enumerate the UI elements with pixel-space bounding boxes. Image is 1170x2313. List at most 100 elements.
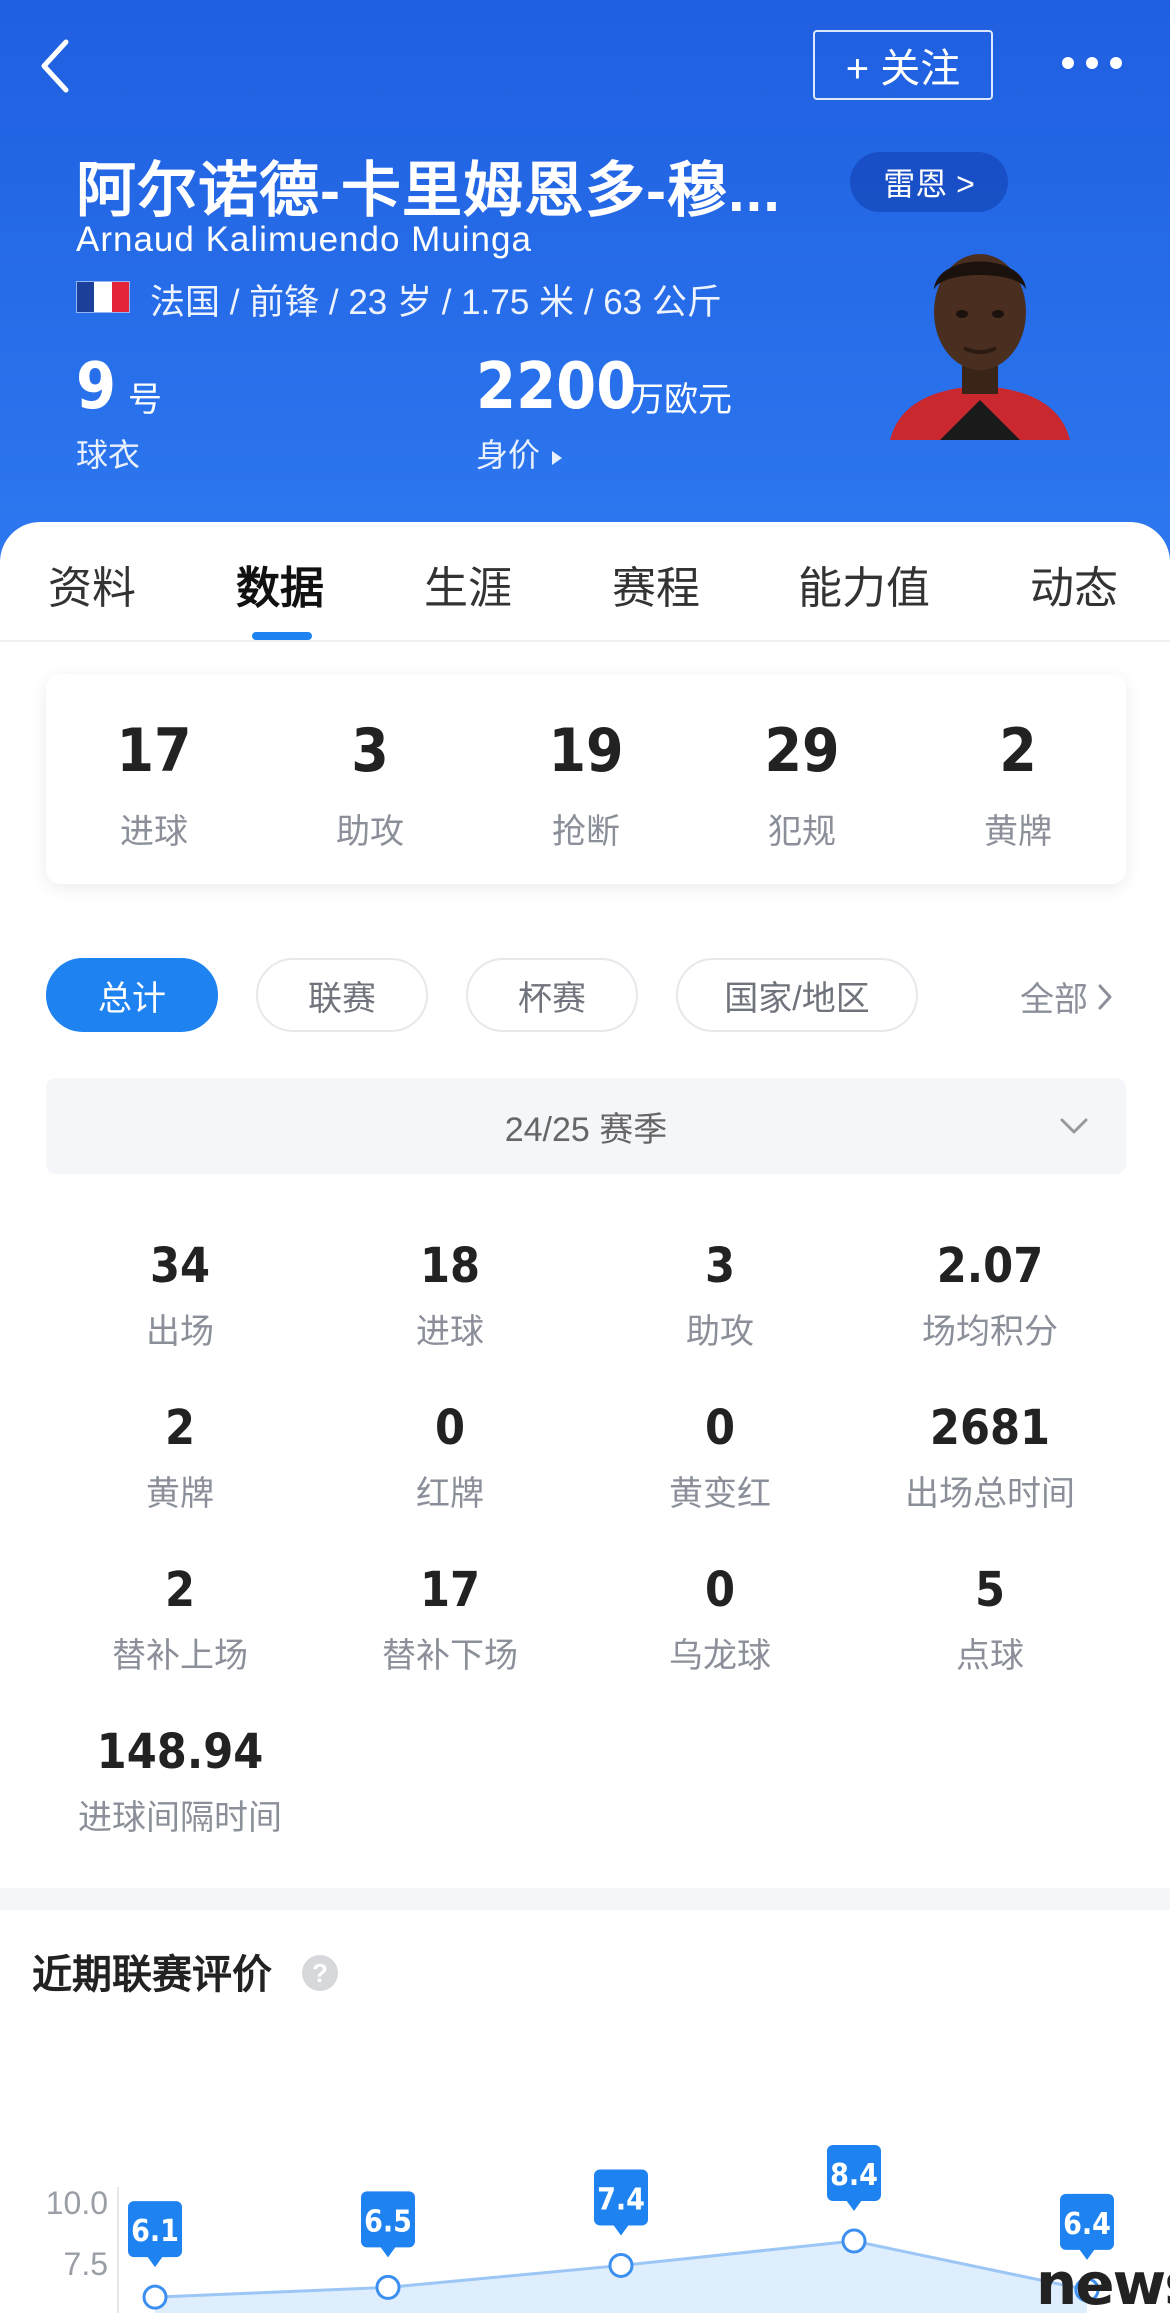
back-button[interactable] [36, 36, 76, 96]
rating-point [375, 2274, 401, 2300]
stat-appearances: 34 出场 [45, 1238, 315, 1353]
tab-profile[interactable]: 资料 [48, 552, 136, 616]
stat-value: 17 [419, 1562, 481, 1618]
stat-yellow-cards: 2 黄牌 [45, 1400, 315, 1515]
news-watermark: news [1036, 2250, 1170, 2313]
tab-ability[interactable]: 能力值 [798, 552, 930, 616]
tab-schedule[interactable]: 赛程 [612, 552, 700, 616]
summary-goals: 17 进球 [46, 674, 262, 884]
stat-points-per-game: 2.07 场均积分 [855, 1238, 1125, 1353]
jersey-number: 9 [76, 350, 117, 424]
stat-label: 黄牌 [146, 1475, 214, 1513]
stat-label: 出场总时间 [905, 1475, 1075, 1513]
chevron-right-icon [1098, 984, 1112, 1009]
stat-value: 18 [419, 1238, 481, 1294]
rating-label-pointer [846, 2200, 862, 2212]
stat-minutes-per-goal: 148.94 进球间隔时间 [45, 1724, 315, 1839]
summary-fouls: 29 犯规 [694, 674, 910, 884]
stat-label: 红牌 [416, 1475, 484, 1513]
player-header: + 关注 阿尔诺德-卡里姆恩多-穆... 雷恩 > Arnaud Kalimue… [0, 0, 1170, 560]
filter-cup[interactable]: 杯赛 [466, 958, 638, 1032]
stat-penalties: 5 点球 [855, 1562, 1125, 1677]
tab-data[interactable]: 数据 [236, 552, 324, 616]
rating-label-pointer [613, 2224, 629, 2236]
stat-label: 进球 [416, 1313, 484, 1351]
more-icon[interactable] [1062, 50, 1126, 76]
summary-label: 黄牌 [984, 813, 1052, 851]
summary-yellow-cards: 2 黄牌 [910, 674, 1126, 884]
team-link[interactable]: 雷恩 > [850, 152, 1008, 212]
rating-value-label: 8.4 [830, 2158, 878, 2193]
rating-value-label: 6.4 [1063, 2207, 1111, 2242]
y-tick-label: 5.0 [64, 2307, 108, 2313]
stat-value: 2.07 [936, 1238, 1044, 1294]
stat-value: 0 [704, 1400, 736, 1456]
chevron-down-icon [1060, 1118, 1088, 1134]
follow-button[interactable]: + 关注 [813, 30, 993, 100]
stat-value: 0 [704, 1562, 736, 1618]
rating-title: 近期联赛评价 [32, 1953, 272, 1997]
stat-label: 点球 [956, 1637, 1024, 1675]
stat-value: 148.94 [96, 1724, 264, 1780]
summary-value: 17 [116, 716, 192, 786]
summary-value: 3 [351, 716, 389, 786]
stat-label: 乌龙球 [669, 1637, 771, 1675]
filter-all-label: 全部 [1020, 981, 1088, 1019]
stat-value: 2681 [929, 1400, 1051, 1456]
rating-label-pointer [380, 2246, 396, 2258]
stat-value: 2 [164, 1400, 196, 1456]
stat-label: 替补下场 [382, 1637, 518, 1675]
rating-point [142, 2284, 168, 2310]
rating-label-pointer [147, 2256, 163, 2268]
stat-goals: 18 进球 [315, 1238, 585, 1353]
tab-career[interactable]: 生涯 [424, 552, 512, 616]
stat-sub-on: 2 替补上场 [45, 1562, 315, 1677]
stat-red-cards: 0 红牌 [315, 1400, 585, 1515]
jersey-label: 球衣 [76, 437, 141, 473]
rating-point [608, 2252, 634, 2278]
stat-value: 2 [164, 1562, 196, 1618]
summary-label: 助攻 [336, 813, 404, 851]
player-bio: 法国 / 前锋 / 23 岁 / 1.75 米 / 63 公斤 [150, 283, 722, 322]
stat-value: 0 [434, 1400, 466, 1456]
stat-label: 替补上场 [112, 1637, 248, 1675]
stat-assists: 3 助攻 [585, 1238, 855, 1353]
france-flag-icon [76, 281, 130, 313]
stat-second-yellow: 0 黄变红 [585, 1400, 855, 1515]
summary-tackles: 19 抢断 [478, 674, 694, 884]
market-value: 2200 [476, 350, 637, 424]
market-value-link[interactable]: 身价 [476, 430, 565, 476]
summary-label: 抢断 [552, 813, 620, 851]
player-avatar [890, 254, 1070, 440]
question-icon[interactable]: ? [302, 1955, 338, 1991]
section-divider [0, 1888, 1170, 1910]
stat-minutes-played: 2681 出场总时间 [855, 1400, 1125, 1515]
active-tab-indicator [252, 632, 312, 640]
tab-bar: 资料 数据 生涯 赛程 能力值 动态 [0, 522, 1170, 642]
rating-value-label: 7.4 [597, 2182, 645, 2217]
filter-national[interactable]: 国家/地区 [676, 958, 918, 1032]
tab-news[interactable]: 动态 [1030, 552, 1118, 616]
summary-value: 2 [999, 716, 1037, 786]
stat-value: 3 [704, 1238, 736, 1294]
filter-total[interactable]: 总计 [46, 958, 218, 1032]
summary-value: 19 [548, 716, 624, 786]
filter-league[interactable]: 联赛 [256, 958, 428, 1032]
stat-label: 出场 [146, 1313, 214, 1351]
rating-value-label: 6.5 [364, 2204, 412, 2239]
stat-label: 黄变红 [669, 1475, 771, 1513]
content-panel: 资料 数据 生涯 赛程 能力值 动态 17 进球 3 助攻 19 抢断 29 犯… [0, 522, 1170, 2313]
stat-label: 助攻 [686, 1313, 754, 1351]
chevron-left-icon [41, 39, 69, 93]
summary-label: 进球 [120, 813, 188, 851]
stat-label: 进球间隔时间 [78, 1799, 282, 1837]
stat-sub-off: 17 替补下场 [315, 1562, 585, 1677]
filter-all-button[interactable]: 全部 [1020, 972, 1114, 1021]
summary-assists: 3 助攻 [262, 674, 478, 884]
rating-chart: 10.0 7.5 5.0 6.1 6.5 7.4 8.4 6.4 [46, 2145, 1114, 2313]
follow-label: + 关注 [845, 47, 961, 91]
stat-label: 场均积分 [922, 1313, 1058, 1351]
triangle-right-icon [551, 450, 562, 465]
stat-value: 34 [149, 1238, 211, 1294]
season-selector[interactable]: 24/25 赛季 [46, 1078, 1126, 1174]
